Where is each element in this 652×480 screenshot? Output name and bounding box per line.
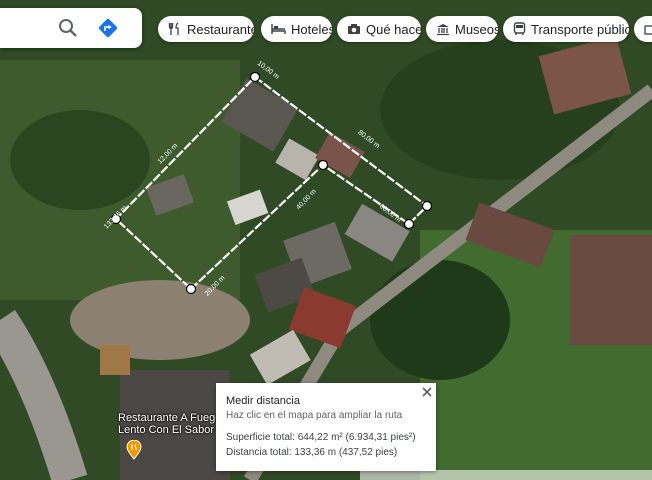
bed-icon (271, 24, 286, 34)
fork-knife-icon (168, 22, 179, 35)
chip-label: Restaurantes (187, 21, 254, 37)
chip-label: Qué hacer (366, 21, 421, 37)
bus-icon (513, 22, 526, 35)
chip-restaurantes[interactable]: Restaurantes (158, 16, 254, 42)
measure-point[interactable] (421, 200, 433, 212)
camera-icon (348, 24, 360, 34)
search-icon[interactable] (56, 16, 80, 40)
measure-point[interactable] (249, 71, 261, 83)
chip-museos[interactable]: Museos (426, 16, 498, 42)
chip-label: Transporte público (531, 21, 629, 37)
panel-title: Medir distancia (226, 395, 300, 407)
total-distance: Distancia total: 133,36 m (437,52 pies) (226, 447, 398, 458)
total-area: Superficie total: 644,22 m² (6.934,31 pi… (226, 432, 416, 443)
panel-hint: Haz clic en el mapa para ampliar la ruta (226, 410, 403, 421)
museum-icon (437, 23, 449, 35)
chip-transporte-publico[interactable]: Transporte público (503, 16, 629, 42)
chip-label: Museos (455, 21, 498, 37)
restaurant-pin-icon[interactable] (126, 440, 142, 460)
chip-label: Hoteles (291, 21, 332, 37)
directions-icon[interactable] (96, 16, 120, 40)
measure-point[interactable] (185, 283, 197, 295)
measure-point[interactable] (403, 218, 415, 230)
more-category-icon (644, 25, 652, 35)
search-box[interactable] (0, 8, 142, 48)
chip-hoteles[interactable]: Hoteles (261, 16, 332, 42)
measure-point[interactable] (317, 159, 329, 171)
map-attribution (360, 470, 652, 480)
chip-que-hacer[interactable]: Qué hacer (337, 16, 421, 42)
close-icon[interactable] (421, 386, 433, 398)
measure-info-panel: Medir distancia Haz clic en el mapa para… (216, 383, 436, 471)
